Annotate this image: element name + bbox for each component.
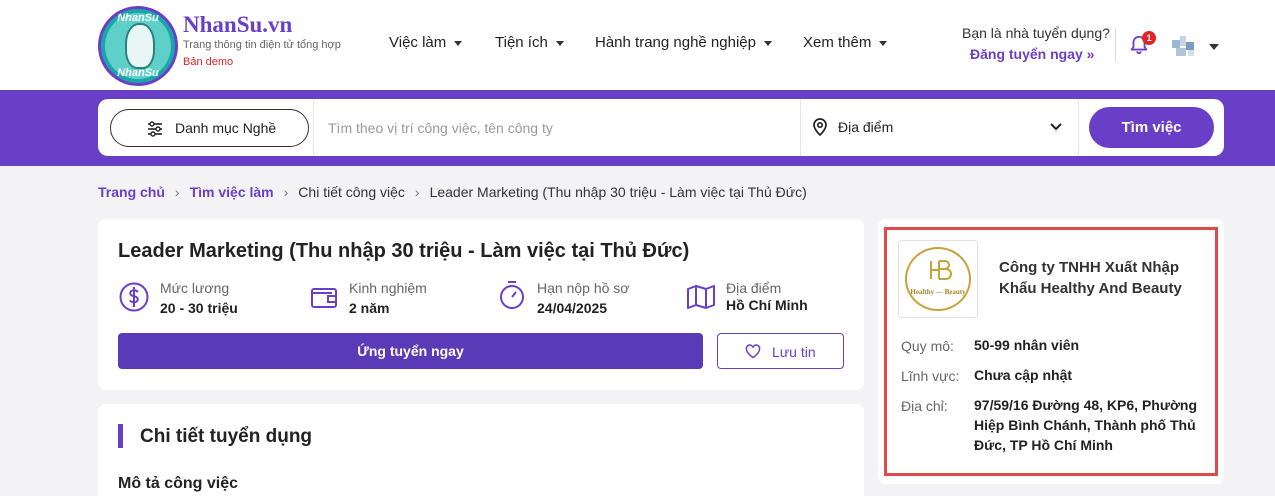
search-divider [1078,99,1079,156]
company-address-value: 97/59/16 Đường 48, KP6, Phường Hiệp Bình… [974,397,1198,453]
header-divider [1115,28,1116,62]
nav-label: Tiện ích [495,34,548,51]
chevron-down-icon[interactable] [1048,120,1064,134]
heart-icon [745,344,761,359]
company-size-value: 50-99 nhân viên [974,337,1080,353]
breadcrumb-current: Leader Marketing (Thu nhập 30 triệu - Là… [429,184,807,200]
logo-text-top: NhanSu [117,12,159,24]
logo-text-bottom: NhanSu [117,67,159,79]
chevron-down-icon [555,40,564,46]
chevron-right-icon: › [174,184,180,200]
company-name[interactable]: Công ty TNHH Xuất Nhập Khẩu Healthy And … [999,257,1204,299]
brand-name[interactable]: NhanSu.vn [183,12,292,38]
description-title: Mô tả công việc [118,475,239,492]
logo-face-icon [125,23,155,69]
deadline-label: Hạn nộp hồ sơ [537,280,630,296]
company-size-label: Quy mô: [901,338,954,354]
chevron-right-icon: › [283,184,289,200]
location-select[interactable]: Địa điểm [838,119,893,135]
brand-demo-label: Bản demo [183,56,234,68]
experience-label: Kinh nghiệm [349,280,427,296]
category-label: Danh mục Nghề [175,120,277,136]
location-label: Địa điểm [726,280,782,296]
apply-button[interactable]: Ứng tuyển ngay [118,333,703,369]
nav-xem-them[interactable]: Xem thêm [803,34,888,51]
company-logo[interactable]: Healthy — Beauty [898,240,978,318]
company-logo-text: Healthy — Beauty [910,288,966,296]
chevron-down-icon [763,40,772,46]
hb-monogram-icon [930,260,952,280]
search-divider [800,99,801,156]
salary-value: 20 - 30 triệu [160,300,238,316]
company-field-label: Lĩnh vực: [901,368,960,384]
nav-label: Việc làm [389,34,447,51]
job-title: Leader Marketing (Thu nhập 30 triệu - Là… [118,240,690,262]
breadcrumb-job-detail: Chi tiết công việc [298,184,405,200]
dollar-icon [119,282,149,312]
chevron-down-icon[interactable] [1209,44,1219,50]
avatar[interactable] [1170,34,1198,58]
nav-tien-ich[interactable]: Tiện ích [495,34,564,51]
salary-label: Mức lương [160,280,230,296]
company-field-value: Chưa cập nhật [974,367,1073,383]
map-icon [687,285,715,309]
breadcrumb-jobs[interactable]: Tìm việc làm [190,184,274,200]
nav-hanh-trang[interactable]: Hành trang nghề nghiệp [595,34,772,51]
save-job-label: Lưu tin [772,344,816,360]
wallet-icon [311,288,337,308]
site-logo[interactable]: NhanSu NhanSu [98,6,178,86]
recruiter-question: Bạn là nhà tuyển dụng? [962,25,1110,41]
deadline-value: 24/04/2025 [537,300,608,316]
nav-label: Xem thêm [803,34,872,51]
chevron-down-icon [454,40,463,46]
post-job-link[interactable]: Đăng tuyển ngay » [970,46,1094,62]
detail-section-title: Chi tiết tuyển dụng [140,426,313,447]
company-address-label: Địa chỉ: [901,398,948,414]
save-job-button[interactable]: Lưu tin [717,333,844,369]
chevron-down-icon [879,40,888,46]
search-input[interactable] [328,112,788,144]
chevron-right-icon: › [414,184,420,200]
breadcrumb: Trang chủ › Tìm việc làm › Chi tiết công việ… [98,184,807,200]
nav-viec-lam[interactable]: Việc làm [389,34,463,51]
filter-sliders-icon [148,121,162,137]
location-value: Hồ Chí Minh [726,297,808,313]
experience-value: 2 năm [349,300,390,316]
category-button[interactable]: Danh mục Nghề [110,109,309,147]
section-accent-bar [118,424,123,448]
search-submit-button[interactable]: Tìm việc [1089,107,1214,148]
brand-tagline: Trang thông tin điện tử tổng hợp [183,39,341,51]
nav-label: Hành trang nghề nghiệp [595,34,756,51]
search-divider [313,99,314,156]
breadcrumb-home[interactable]: Trang chủ [98,184,165,200]
notification-badge: 1 [1142,31,1156,45]
map-pin-icon [813,118,827,137]
stopwatch-icon [500,281,524,309]
